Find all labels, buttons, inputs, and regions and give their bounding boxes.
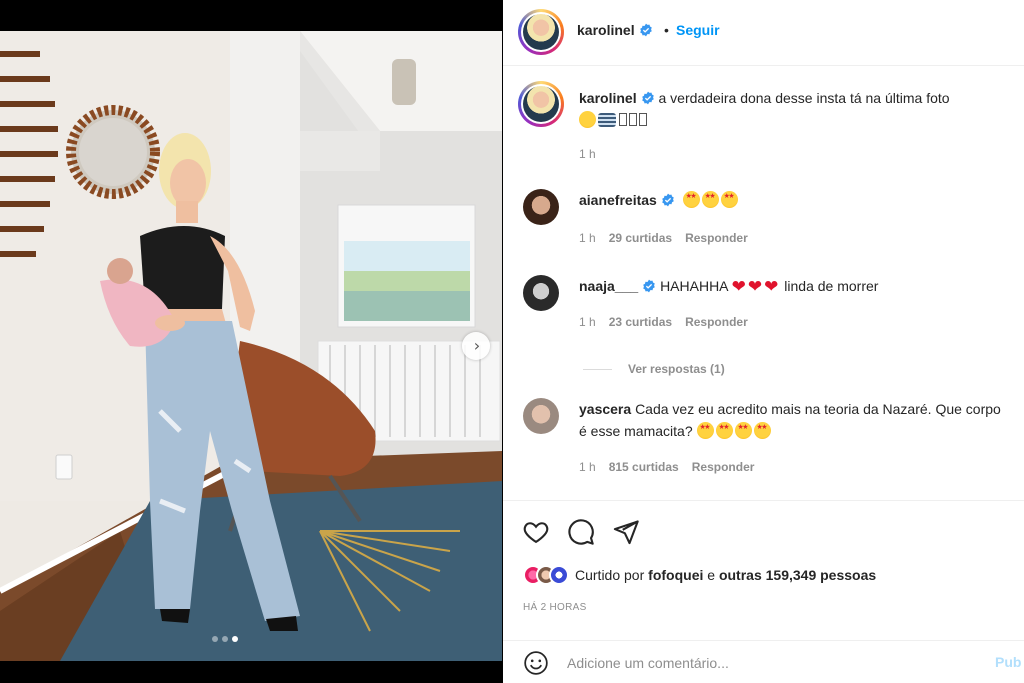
liker-username[interactable]: fofoquei bbox=[648, 567, 703, 583]
author-username-text[interactable]: karolinel bbox=[577, 22, 635, 38]
liker-avatar bbox=[549, 565, 569, 585]
likes-text: Curtido por fofoquei e outras 159,349 pe… bbox=[575, 567, 876, 583]
star-struck-emoji bbox=[696, 422, 714, 439]
photo-illustration bbox=[0, 31, 502, 661]
comment-username[interactable]: aianefreitas bbox=[579, 192, 657, 208]
commenter-avatar[interactable] bbox=[523, 275, 559, 311]
post-photo[interactable]: › bbox=[0, 31, 502, 661]
comment: naaja___ HAHAHHA ❤ ❤ ❤ linda de morrer bbox=[579, 275, 1009, 298]
caption-text: a verdadeira dona desse insta tá na últi… bbox=[658, 90, 950, 106]
comment-likes[interactable]: 23 curtidas bbox=[609, 315, 672, 329]
reply-button[interactable]: Responder bbox=[685, 315, 748, 329]
star-struck-emoji bbox=[734, 422, 752, 439]
verified-icon bbox=[641, 91, 654, 105]
comment-likes[interactable]: 29 curtidas bbox=[609, 231, 672, 245]
likes-prefix: Curtido por bbox=[575, 567, 645, 583]
caption-author-avatar[interactable] bbox=[518, 81, 564, 127]
star-struck-emoji bbox=[715, 422, 733, 439]
carousel-dot bbox=[212, 636, 218, 642]
comment-meta: 1 h 23 curtidas Responder bbox=[579, 315, 748, 329]
view-replies-label[interactable]: Ver respostas (1) bbox=[628, 362, 725, 376]
likes-middle: e bbox=[707, 567, 716, 583]
next-photo-button[interactable]: › bbox=[462, 332, 490, 360]
comment-time: 1 h bbox=[579, 315, 596, 329]
header-separator: • bbox=[664, 22, 669, 38]
caption-author-username[interactable]: karolinel bbox=[579, 90, 637, 106]
star-struck-emoji bbox=[720, 191, 738, 208]
verified-icon bbox=[643, 279, 655, 293]
reply-button[interactable]: Responder bbox=[685, 231, 748, 245]
carousel-dot-active bbox=[232, 636, 238, 642]
red-heart-emoji: ❤ bbox=[747, 277, 763, 296]
comment-likes[interactable]: 815 curtidas bbox=[609, 460, 679, 474]
comment-time: 1 h bbox=[579, 231, 596, 245]
publish-button[interactable]: Pub bbox=[995, 654, 1021, 670]
caption-meta: 1 h bbox=[579, 147, 596, 161]
star-struck-emoji bbox=[701, 191, 719, 208]
instagram-post: › karolinel • Seguir karolinel a verdade… bbox=[0, 0, 1024, 683]
comment: yascera Cada vez eu acredito mais na teo… bbox=[579, 398, 1004, 442]
comment-icon[interactable] bbox=[567, 518, 595, 546]
commenter-avatar[interactable] bbox=[523, 398, 559, 434]
view-replies-button[interactable]: Ver respostas (1) bbox=[583, 362, 725, 376]
add-comment-bar: Pub bbox=[503, 640, 1024, 683]
comment-meta: 1 h 815 curtidas Responder bbox=[579, 460, 754, 474]
star-struck-emoji bbox=[682, 191, 700, 208]
red-heart-emoji: ❤ bbox=[731, 277, 746, 296]
verified-icon bbox=[639, 23, 652, 37]
comments-list[interactable]: karolinel a verdadeira dona desse insta … bbox=[503, 67, 1024, 500]
carousel-indicator bbox=[212, 636, 238, 642]
post-header: karolinel • Seguir bbox=[503, 0, 1024, 66]
comment-meta: 1 h 29 curtidas Responder bbox=[579, 231, 748, 245]
shushing-face-emoji bbox=[579, 111, 596, 128]
verified-icon bbox=[662, 193, 674, 207]
comment-input[interactable] bbox=[567, 651, 967, 675]
comment-text-after: linda de morrer bbox=[784, 278, 879, 294]
posted-time[interactable]: HÁ 2 HORAS bbox=[523, 602, 587, 613]
wave-emoji bbox=[598, 113, 616, 127]
comment-text: Cada vez eu acredito mais na teoria da N… bbox=[579, 401, 1001, 439]
comment: aianefreitas bbox=[579, 189, 1009, 211]
share-icon[interactable] bbox=[612, 518, 640, 546]
replies-divider bbox=[583, 368, 612, 370]
comment-username[interactable]: yascera bbox=[579, 401, 631, 417]
comment-username[interactable]: naaja___ bbox=[579, 278, 638, 294]
caption-time: 1 h bbox=[579, 147, 596, 161]
heart-icon[interactable] bbox=[522, 518, 550, 546]
reply-button[interactable]: Responder bbox=[692, 460, 755, 474]
comment-text: HAHAHHA bbox=[660, 278, 728, 294]
carousel-dot bbox=[222, 636, 228, 642]
likes-summary[interactable]: Curtido por fofoquei e outras 159,349 pe… bbox=[523, 565, 876, 585]
likes-others[interactable]: outras 159,349 pessoas bbox=[719, 567, 876, 583]
emoji-icon[interactable] bbox=[523, 650, 549, 676]
author-username[interactable]: karolinel bbox=[577, 22, 653, 38]
caption: karolinel a verdadeira dona desse insta … bbox=[579, 87, 1009, 131]
follow-button[interactable]: Seguir bbox=[676, 22, 720, 38]
commenter-avatar[interactable] bbox=[523, 189, 559, 225]
post-side-panel: karolinel • Seguir karolinel a verdadeir… bbox=[503, 0, 1024, 683]
chevron-right-icon: › bbox=[473, 336, 481, 355]
red-heart-emoji: ❤ bbox=[764, 277, 779, 296]
author-avatar[interactable] bbox=[518, 9, 564, 55]
comment-time: 1 h bbox=[579, 460, 596, 474]
star-struck-emoji bbox=[753, 422, 771, 439]
